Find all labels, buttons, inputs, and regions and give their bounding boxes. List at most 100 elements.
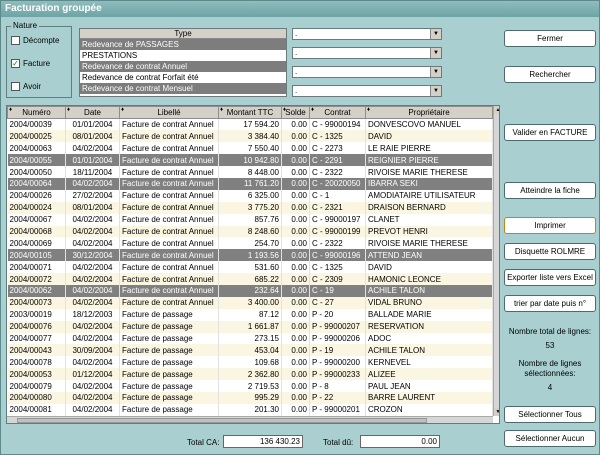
select-all-button[interactable]: Sélectionner Tous (504, 406, 596, 423)
horizontal-scrollbar[interactable] (7, 416, 493, 423)
fermer-button[interactable]: Fermer (504, 30, 596, 47)
sort-icon[interactable]: ♦ (311, 107, 314, 113)
table-row[interactable]: 2004/00025 08/01/2004 Facture de contrat A… (7, 130, 493, 143)
type-list-item[interactable]: Redevance de PASSAGES (80, 39, 286, 50)
vertical-scrollbar[interactable]: ▲ ▼ (493, 106, 499, 416)
exporter-excel-button[interactable]: Exporter liste vers Excel (504, 269, 596, 286)
chevron-down-icon[interactable]: ▼ (430, 67, 441, 77)
checkbox-box[interactable] (11, 36, 20, 45)
column-header[interactable]: ♦ Solde (281, 106, 310, 119)
checkbox-avoir[interactable]: Avoir (11, 82, 41, 91)
table-row[interactable]: 2004/00076 04/02/2004 Facture de passage 1 … (7, 320, 493, 333)
type-list-item[interactable]: PRESTATIONS (80, 50, 286, 61)
cell-date: 30/12/2004 (65, 249, 120, 262)
table-row[interactable]: 2004/00072 04/02/2004 Facture de contrat A… (7, 273, 493, 285)
sort-icon[interactable]: ♦ (220, 107, 223, 113)
table-row[interactable]: 2004/00039 01/01/2004 Facture de contrat A… (7, 118, 493, 131)
table-row[interactable]: 2004/00078 04/02/2004 Facture de passage 10… (7, 356, 493, 369)
table-row[interactable]: 2004/00063 04/02/2004 Facture de contrat A… (7, 142, 493, 155)
check-icon[interactable]: ✓ (11, 59, 20, 68)
table-row[interactable]: 2004/00064 04/02/2004 Facture de contrat A… (7, 177, 493, 190)
table-row[interactable]: 2004/00053 01/12/2004 Facture de passage 2 … (7, 368, 493, 381)
sort-icon[interactable]: ♦ (283, 107, 286, 113)
cell-solde: 0.00 (281, 166, 310, 178)
valider-facture-button[interactable]: Valider en FACTURE (504, 124, 596, 141)
cell-contrat: C - 19 (309, 284, 366, 297)
column-header[interactable]: ♦ Numéro (7, 106, 66, 119)
window-title: Facturation groupée (1, 1, 599, 17)
type-list-item[interactable]: Redevance de contrat Annuel (80, 61, 286, 72)
cell-solde: 0.00 (281, 213, 310, 226)
column-header[interactable]: ♦ Montant TTC (218, 106, 282, 119)
sort-icon[interactable]: ♦ (121, 107, 124, 113)
invoice-table[interactable]: ♦ Numéro ♦ Date ♦ Libellé ♦ Montant TTC ♦ Solde ♦ C… (6, 105, 500, 424)
cell-date: 04/02/2004 (65, 237, 120, 250)
column-header[interactable]: ♦ Libellé (119, 106, 219, 119)
column-header[interactable]: ♦ Contrat (309, 106, 366, 119)
column-header[interactable]: ♦ Date (65, 106, 120, 119)
cell-date: 04/02/2004 (65, 177, 120, 190)
disquette-rolmre-button[interactable]: Disquette ROLMRE (504, 243, 596, 260)
filter-combo-4[interactable]: . ▼ (292, 85, 442, 97)
cell-prop: AMODIATAIRE UTILISATEUR (365, 189, 493, 202)
checkbox-label: Facture (23, 59, 51, 68)
cell-num: 2004/00025 (7, 130, 66, 143)
cell-num: 2003/00019 (7, 308, 66, 321)
chevron-down-icon[interactable]: ▼ (430, 48, 441, 58)
table-row[interactable]: 2004/00079 04/02/2004 Facture de passage 2 … (7, 380, 493, 392)
cell-solde: 0.00 (281, 356, 310, 369)
imprimer-button[interactable]: Imprimer (504, 217, 596, 234)
type-list-header[interactable]: Type (80, 29, 286, 39)
atteindre-fiche-button[interactable]: Atteindre la fiche (504, 182, 596, 199)
cell-date: 04/02/2004 (65, 261, 120, 274)
cell-prop: RIVOISE MARIE THERESE (365, 237, 493, 250)
rechercher-button[interactable]: Rechercher (504, 66, 596, 83)
table-row[interactable]: 2003/00019 18/12/2003 Facture de passage 87… (7, 308, 493, 321)
chevron-down-icon[interactable]: ▼ (430, 29, 441, 39)
table-row[interactable]: 2004/00068 04/02/2004 Facture de contrat A… (7, 225, 493, 238)
table-row[interactable]: 2004/00024 08/01/2004 Facture de contrat A… (7, 201, 493, 214)
table-row[interactable]: 2004/00069 04/02/2004 Facture de contrat A… (7, 237, 493, 250)
table-row[interactable]: 2004/00050 18/11/2004 Facture de contrat A… (7, 166, 493, 178)
filter-combo-1[interactable]: . ▼ (292, 28, 442, 40)
cell-prop: DONVESCOVO MANUEL (365, 118, 493, 131)
checkbox-box[interactable] (11, 82, 20, 91)
table-row[interactable]: 2004/00062 04/02/2004 Facture de contrat A… (7, 284, 493, 297)
cell-date: 04/02/2004 (65, 356, 120, 369)
table-row[interactable]: 2004/00080 04/02/2004 Facture de passage 99… (7, 391, 493, 404)
cell-lib: Facture de passage (119, 332, 219, 345)
type-list-item[interactable]: Redevance de contrat Mensuel (80, 83, 286, 94)
column-header-label: Solde (285, 108, 306, 117)
cell-lib: Facture de contrat Annuel (119, 201, 219, 214)
table-row[interactable]: 2004/00071 04/02/2004 Facture de contrat A… (7, 261, 493, 274)
total-du-value: 0.00 (360, 435, 440, 448)
checkbox-decompte[interactable]: Décompte (11, 36, 59, 45)
cell-date: 04/02/2004 (65, 213, 120, 226)
checkbox-facture[interactable]: ✓ Facture (11, 59, 50, 68)
table-row[interactable]: 2004/00067 04/02/2004 Facture de contrat A… (7, 213, 493, 226)
trier-date-button[interactable]: trier par date puis n° (504, 295, 596, 312)
type-list[interactable]: Type Redevance de PASSAGES PRESTATIONS Red… (79, 28, 287, 97)
sort-icon[interactable]: ♦ (67, 107, 70, 113)
table-row[interactable]: 2004/00055 01/01/2004 Facture de contrat A… (7, 154, 493, 167)
scroll-thumb[interactable] (17, 418, 427, 423)
scroll-up-icon[interactable]: ▲ (494, 106, 499, 114)
filter-combo-2[interactable]: . ▼ (292, 47, 442, 59)
combo-value: . (295, 29, 298, 38)
cell-lib: Facture de contrat Annuel (119, 177, 219, 190)
table-row[interactable]: 2004/00105 30/12/2004 Facture de contrat A… (7, 249, 493, 262)
table-row[interactable]: 2004/00043 30/09/2004 Facture de passage 45… (7, 344, 493, 357)
table-row[interactable]: 2004/00073 04/02/2004 Facture de contrat A… (7, 296, 493, 309)
sort-icon[interactable]: ♦ (9, 107, 12, 113)
table-row[interactable]: 2004/00081 04/02/2004 Facture de passage 20… (7, 403, 493, 416)
chevron-down-icon[interactable]: ▼ (430, 86, 441, 96)
column-header[interactable]: ♦ Propriétaire (365, 106, 493, 119)
type-list-item[interactable]: Redevance de contrat Forfait été (80, 72, 286, 83)
table-row[interactable]: 2004/00026 27/02/2004 Facture de contrat A… (7, 189, 493, 202)
scroll-down-icon[interactable]: ▼ (494, 408, 499, 416)
sort-icon[interactable]: ♦ (367, 107, 370, 113)
cell-date: 01/12/2004 (65, 368, 120, 381)
filter-combo-3[interactable]: . ▼ (292, 66, 442, 78)
select-none-button[interactable]: Sélectionner Aucun (504, 430, 596, 447)
table-row[interactable]: 2004/00077 04/02/2004 Facture de passage 27… (7, 332, 493, 345)
